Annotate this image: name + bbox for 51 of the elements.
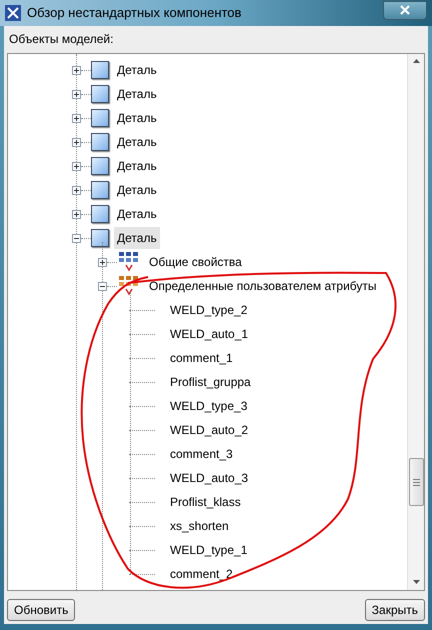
tree-item[interactable]: WELD_type_3 <box>167 395 250 417</box>
tree-item[interactable]: comment_2 <box>167 563 236 585</box>
part-square-icon <box>91 229 109 247</box>
expand-toggle[interactable] <box>72 138 81 146</box>
part-square-icon <box>91 181 109 199</box>
tree-item[interactable]: WELD_type_1 <box>167 539 250 561</box>
tree-item[interactable]: comment_3 <box>167 443 236 465</box>
tree-item[interactable]: Общие свойства <box>146 251 245 273</box>
tree-item[interactable]: WELD_auto_2 <box>167 419 252 441</box>
expand-toggle[interactable] <box>72 66 81 74</box>
tree-item[interactable]: WELD_auto_3 <box>167 467 252 489</box>
part-square-icon <box>91 133 109 151</box>
expand-toggle[interactable] <box>72 90 81 98</box>
tree-item[interactable]: Proflist_gruppa <box>167 371 254 393</box>
part-square-icon <box>91 157 109 175</box>
expand-toggle[interactable] <box>72 186 81 194</box>
grid-dots-icon <box>117 275 141 297</box>
tree-item[interactable]: Деталь <box>114 155 160 177</box>
tree-item[interactable]: Деталь <box>114 83 160 105</box>
tree-item[interactable]: Деталь <box>114 227 160 249</box>
tree-item[interactable]: Деталь <box>114 203 160 225</box>
tree-item[interactable]: xs_shorten <box>167 515 232 537</box>
scrollbar[interactable] <box>407 54 424 590</box>
tree-item[interactable]: Деталь <box>114 59 160 81</box>
expand-toggle[interactable] <box>98 258 107 266</box>
expand-toggle[interactable] <box>72 114 81 122</box>
tree-item[interactable]: WELD_type_2 <box>167 299 250 321</box>
refresh-button[interactable]: Обновить <box>7 599 76 621</box>
part-square-icon <box>91 61 109 79</box>
collapse-toggle[interactable] <box>72 234 81 242</box>
part-square-icon <box>91 205 109 223</box>
tree-item[interactable]: WELD_auto_1 <box>167 323 252 345</box>
grid-dots-icon <box>117 251 141 273</box>
collapse-toggle[interactable] <box>98 282 107 290</box>
tree-item[interactable]: Деталь <box>114 131 160 153</box>
tree-item[interactable]: Деталь <box>114 107 160 129</box>
tree-item[interactable]: Определенные пользователем атрибуты <box>146 275 380 297</box>
window-title: Обзор нестандартных компонентов <box>27 4 242 22</box>
scroll-thumb[interactable] <box>408 458 424 506</box>
tree-item[interactable]: Proflist_klass <box>167 491 244 513</box>
expand-toggle[interactable] <box>72 162 81 170</box>
app-icon <box>5 5 21 21</box>
close-dialog-button[interactable]: Закрыть <box>364 599 425 621</box>
expand-toggle[interactable] <box>72 210 81 218</box>
tree-item[interactable]: Деталь <box>114 179 160 201</box>
tree-label: Объекты моделей: <box>9 31 114 48</box>
part-square-icon <box>91 85 109 103</box>
tree-item[interactable]: comment_1 <box>167 347 236 369</box>
close-icon <box>400 5 410 15</box>
part-square-icon <box>91 109 109 127</box>
close-button[interactable] <box>383 0 427 20</box>
